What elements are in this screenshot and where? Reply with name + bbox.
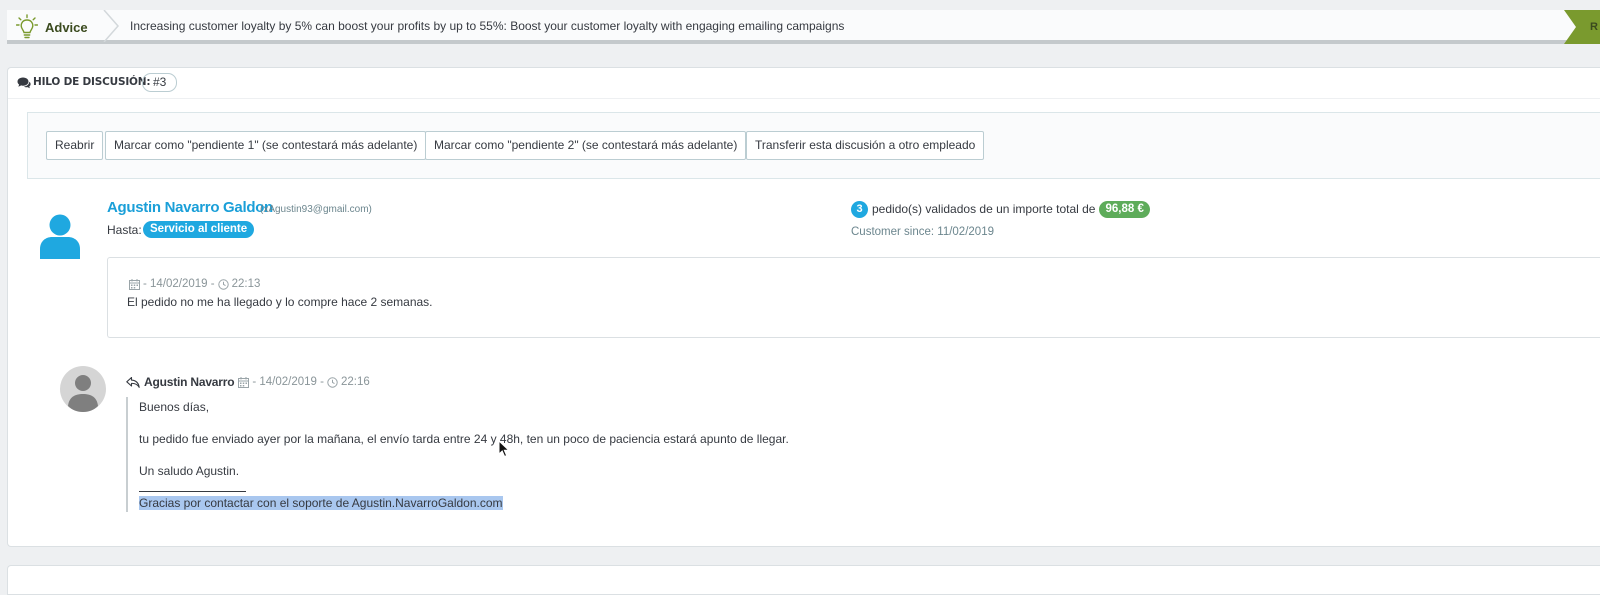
clock-icon xyxy=(217,278,229,290)
orders-summary: 3 pedido(s) validados de un importe tota… xyxy=(851,200,1150,218)
thread-panel: HILO DE DISCUSIÓN: #3 Reabrir Marcar com… xyxy=(7,67,1600,547)
clock-icon xyxy=(327,376,338,388)
orders-count-badge: 3 xyxy=(851,200,868,218)
to-label: Hasta: xyxy=(107,223,142,237)
mark-pending-2-button[interactable]: Marcar como "pendiente 2" (se contestará… xyxy=(425,131,747,160)
customer-avatar-icon xyxy=(40,214,80,259)
reply-time: 22:16 xyxy=(340,376,370,388)
reply-date: - 14/02/2019 - xyxy=(252,376,324,388)
signature-divider xyxy=(139,491,246,492)
panel-header: HILO DE DISCUSIÓN: #3 xyxy=(8,68,1600,99)
advice-link-label[interactable]: R xyxy=(1590,21,1598,33)
reply-line-closing: Un saludo Agustin. xyxy=(139,464,240,478)
thread-actions: Reabrir Marcar como "pendiente 1" (se co… xyxy=(27,112,1600,179)
advice-text: Increasing customer loyalty by 5% can bo… xyxy=(130,19,845,33)
lightbulb-icon xyxy=(16,14,38,39)
next-panel xyxy=(7,565,1600,595)
reply-line-text: tu pedido fue enviado ayer por la mañana… xyxy=(139,432,789,446)
message-time: 22:13 xyxy=(231,278,261,290)
customer-since: Customer since: 11/02/2019 xyxy=(851,226,994,238)
calendar-icon xyxy=(129,278,140,290)
mark-pending-1-button[interactable]: Marcar como "pendiente 1" (se contestará… xyxy=(105,131,427,160)
reply-header: Agustin Navarro - 14/02/2019 - 22:16 xyxy=(126,375,370,389)
reply-meta: - 14/02/2019 - 22:16 xyxy=(238,376,370,388)
contact-badge: Servicio al cliente xyxy=(143,221,255,238)
reopen-button[interactable]: Reabrir xyxy=(46,131,104,160)
reply-icon xyxy=(126,376,140,388)
orders-total-badge: 96,88 € xyxy=(1099,200,1150,218)
customer-email: (xAgustin93@gmail.com) xyxy=(260,204,372,215)
chevron-right-icon xyxy=(103,10,119,42)
reply-author: Agustin Navarro xyxy=(144,375,235,389)
comments-icon xyxy=(17,77,31,89)
thread-id-badge: #3 xyxy=(142,73,178,92)
orders-text: pedido(s) validados de un importe total … xyxy=(872,202,1096,216)
advice-title: Advice xyxy=(45,20,88,35)
mouse-cursor-icon xyxy=(498,440,510,458)
advice-bar: Advice Increasing customer loyalty by 5%… xyxy=(7,10,1600,44)
employee-avatar-icon xyxy=(60,366,106,412)
thread-label: HILO DE DISCUSIÓN: xyxy=(33,76,151,88)
message-date: - 14/02/2019 - xyxy=(143,278,215,290)
message-meta: - 14/02/2019 - 22:13 xyxy=(129,278,260,290)
customer-name-link[interactable]: Agustin Navarro Galdon xyxy=(107,199,273,216)
signature-selected-text: Gracias por contactar con el soporte de … xyxy=(139,496,503,510)
message-body: El pedido no me ha llegado y lo compre h… xyxy=(127,295,433,309)
reply-signature: Gracias por contactar con el soporte de … xyxy=(139,496,503,510)
transfer-thread-button[interactable]: Transferir esta discusión a otro emplead… xyxy=(746,131,985,160)
reply-line-greeting: Buenos días, xyxy=(139,400,210,414)
customer-message: - 14/02/2019 - 22:13 El pedido no me ha … xyxy=(107,257,1600,338)
calendar-icon xyxy=(238,376,250,388)
reply-body: Buenos días, tu pedido fue enviado ayer … xyxy=(126,397,1026,512)
